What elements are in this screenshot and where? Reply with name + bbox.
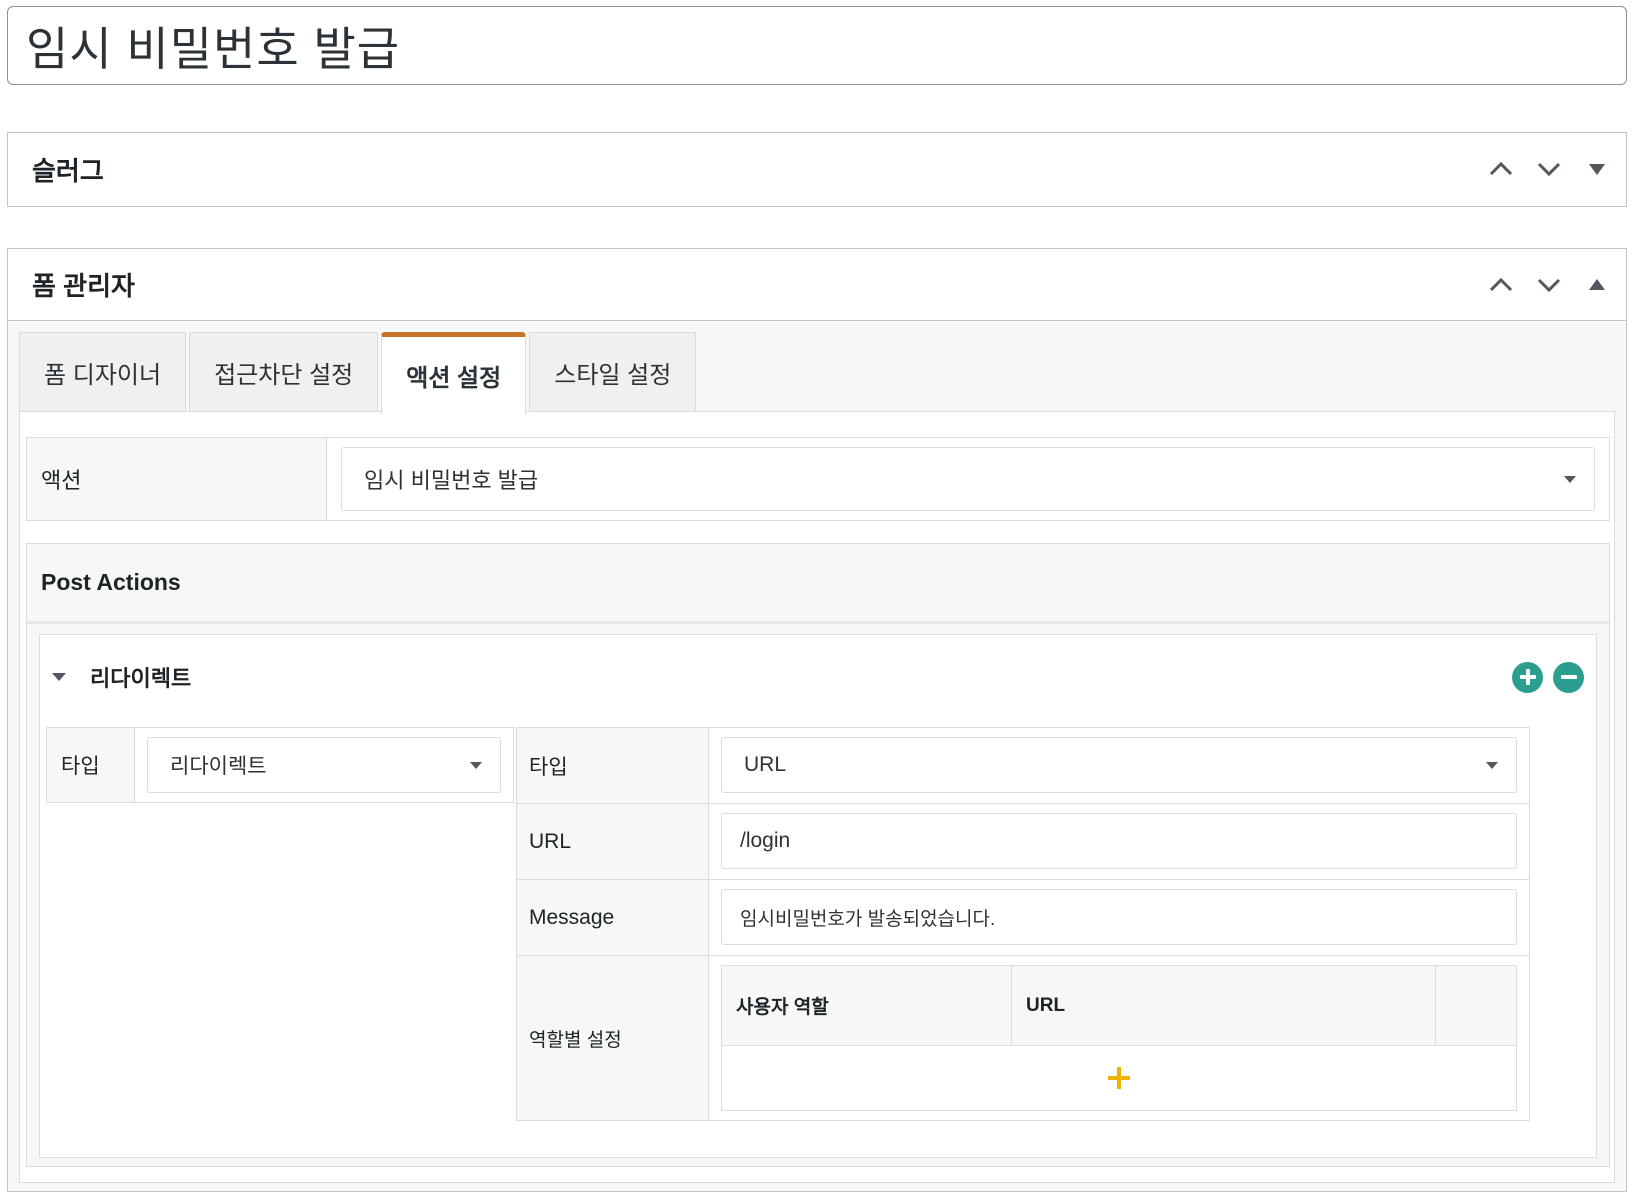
post-title-input[interactable]: 임시 비밀번호 발급	[7, 6, 1627, 85]
tab-bar: 폼 디자이너 접근차단 설정 액션 설정 스타일 설정	[19, 332, 699, 414]
caret-down-icon	[1486, 761, 1498, 769]
remove-post-action-button[interactable]	[1553, 661, 1584, 693]
redirect-type-value: URL	[744, 753, 787, 776]
form-manager-move-up-button[interactable]	[1484, 268, 1518, 302]
slug-postbox: 슬러그	[7, 132, 1627, 207]
slug-postbox-header: 슬러그	[8, 133, 1626, 205]
slug-toggle-button[interactable]	[1580, 152, 1614, 186]
form-manager-postbox: 폼 관리자 폼 디자이너 접근차단 설정 액션 설정 스타일 설정 액션 임시 …	[7, 248, 1627, 1192]
plus-icon-bar	[1117, 1067, 1121, 1089]
tab-label: 스타일 설정	[554, 362, 672, 389]
redirect-message-input[interactable]: 임시비밀번호가 발송되었습니다.	[721, 889, 1517, 945]
post-action-item-title: 리다이렉트	[90, 666, 192, 691]
post-action-type-value: 리다이렉트	[170, 755, 267, 778]
slug-postbox-title: 슬러그	[32, 155, 104, 186]
post-action-type-row: 타입 리다이렉트	[46, 727, 514, 803]
post-title-text: 임시 비밀번호 발급	[26, 22, 401, 75]
action-select-value: 임시 비밀번호 발급	[364, 468, 539, 493]
form-manager-handle-actions	[1484, 268, 1614, 302]
action-label: 액션	[27, 438, 327, 520]
slug-handle-actions	[1484, 152, 1614, 186]
role-settings-row: 역할별 설정 사용자 역할 URL	[517, 956, 1529, 1120]
caret-down-icon	[52, 673, 66, 681]
actions-column-header	[1436, 966, 1516, 1045]
tab-action-settings[interactable]: 액션 설정	[381, 332, 527, 414]
redirect-message-label: Message	[517, 880, 709, 955]
post-actions-section: Post Actions 리다이렉트 타입 리다이렉트 타입 URL URL /…	[26, 543, 1610, 1167]
redirect-url-row: URL /login	[517, 804, 1529, 880]
action-select-wrap: 임시 비밀번호 발급	[327, 438, 1609, 520]
post-action-type-select-wrap: 리다이렉트	[135, 728, 513, 802]
plus-circle-icon-bar	[1525, 669, 1530, 685]
redirect-url-input[interactable]: /login	[721, 813, 1517, 869]
add-post-action-button[interactable]	[1512, 661, 1543, 693]
redirect-settings-table: 타입 URL URL /login Message 임시비밀번호가 발송되었습니…	[516, 727, 1530, 1121]
post-action-toggle[interactable]: 리다이렉트	[52, 661, 191, 693]
role-settings-field: 사용자 역할 URL	[709, 956, 1529, 1120]
post-action-type-label: 타입	[47, 728, 135, 802]
slug-move-up-button[interactable]	[1484, 152, 1518, 186]
role-settings-label: 역할별 설정	[517, 956, 709, 1120]
redirect-url-label: URL	[517, 804, 709, 879]
post-action-controls	[1512, 661, 1584, 693]
form-manager-title: 폼 관리자	[32, 271, 135, 301]
chevron-down-icon	[1537, 162, 1561, 177]
role-table-body	[722, 1046, 1516, 1110]
action-select[interactable]: 임시 비밀번호 발급	[341, 447, 1595, 511]
post-action-type-select[interactable]: 리다이렉트	[147, 737, 501, 793]
tab-label: 접근차단 설정	[214, 362, 354, 389]
form-manager-toggle-button[interactable]	[1580, 268, 1614, 302]
post-action-item-header: 리다이렉트	[52, 655, 1584, 699]
triangle-up-icon	[1589, 279, 1605, 290]
redirect-message-field: 임시비밀번호가 발송되었습니다.	[709, 880, 1529, 955]
slug-move-down-button[interactable]	[1532, 152, 1566, 186]
redirect-type-label: 타입	[517, 728, 709, 803]
role-table: 사용자 역할 URL	[721, 965, 1517, 1111]
caret-down-icon	[1564, 475, 1576, 483]
action-settings-panel: 액션 임시 비밀번호 발급 Post Actions 리다이렉트 타입 리다이렉…	[19, 411, 1615, 1183]
add-role-row-button[interactable]	[1108, 1067, 1130, 1089]
minus-circle-icon	[1560, 675, 1577, 679]
chevron-down-icon	[1537, 278, 1561, 292]
tab-style-settings[interactable]: 스타일 설정	[529, 332, 697, 412]
redirect-url-value: /login	[740, 829, 791, 852]
form-manager-header: 폼 관리자	[8, 249, 1626, 321]
role-column-header: 사용자 역할	[722, 966, 1012, 1045]
redirect-message-row: Message 임시비밀번호가 발송되었습니다.	[517, 880, 1529, 956]
action-row: 액션 임시 비밀번호 발급	[26, 437, 1610, 521]
tab-label: 액션 설정	[406, 365, 502, 392]
redirect-type-field: URL	[709, 728, 1529, 803]
form-manager-move-down-button[interactable]	[1532, 268, 1566, 302]
chevron-up-icon	[1489, 161, 1513, 176]
url-column-header: URL	[1012, 966, 1436, 1045]
post-actions-title: Post Actions	[27, 544, 1609, 624]
redirect-type-select[interactable]: URL	[721, 737, 1517, 793]
redirect-message-value: 임시비밀번호가 발송되었습니다.	[740, 908, 996, 930]
tab-access-block[interactable]: 접근차단 설정	[189, 332, 379, 412]
caret-down-icon	[470, 761, 482, 769]
redirect-url-field: /login	[709, 804, 1529, 879]
post-action-item: 리다이렉트 타입 리다이렉트 타입 URL URL /login Message…	[39, 634, 1597, 1158]
chevron-up-icon	[1489, 277, 1513, 291]
tab-label: 폼 디자이너	[44, 362, 162, 389]
triangle-down-icon	[1589, 163, 1605, 175]
redirect-type-row: 타입 URL	[517, 728, 1529, 804]
tab-area: 폼 디자이너 접근차단 설정 액션 설정 스타일 설정 액션 임시 비밀번호 발…	[8, 322, 1626, 1191]
tab-form-designer[interactable]: 폼 디자이너	[19, 332, 187, 412]
role-table-header: 사용자 역할 URL	[722, 966, 1516, 1046]
